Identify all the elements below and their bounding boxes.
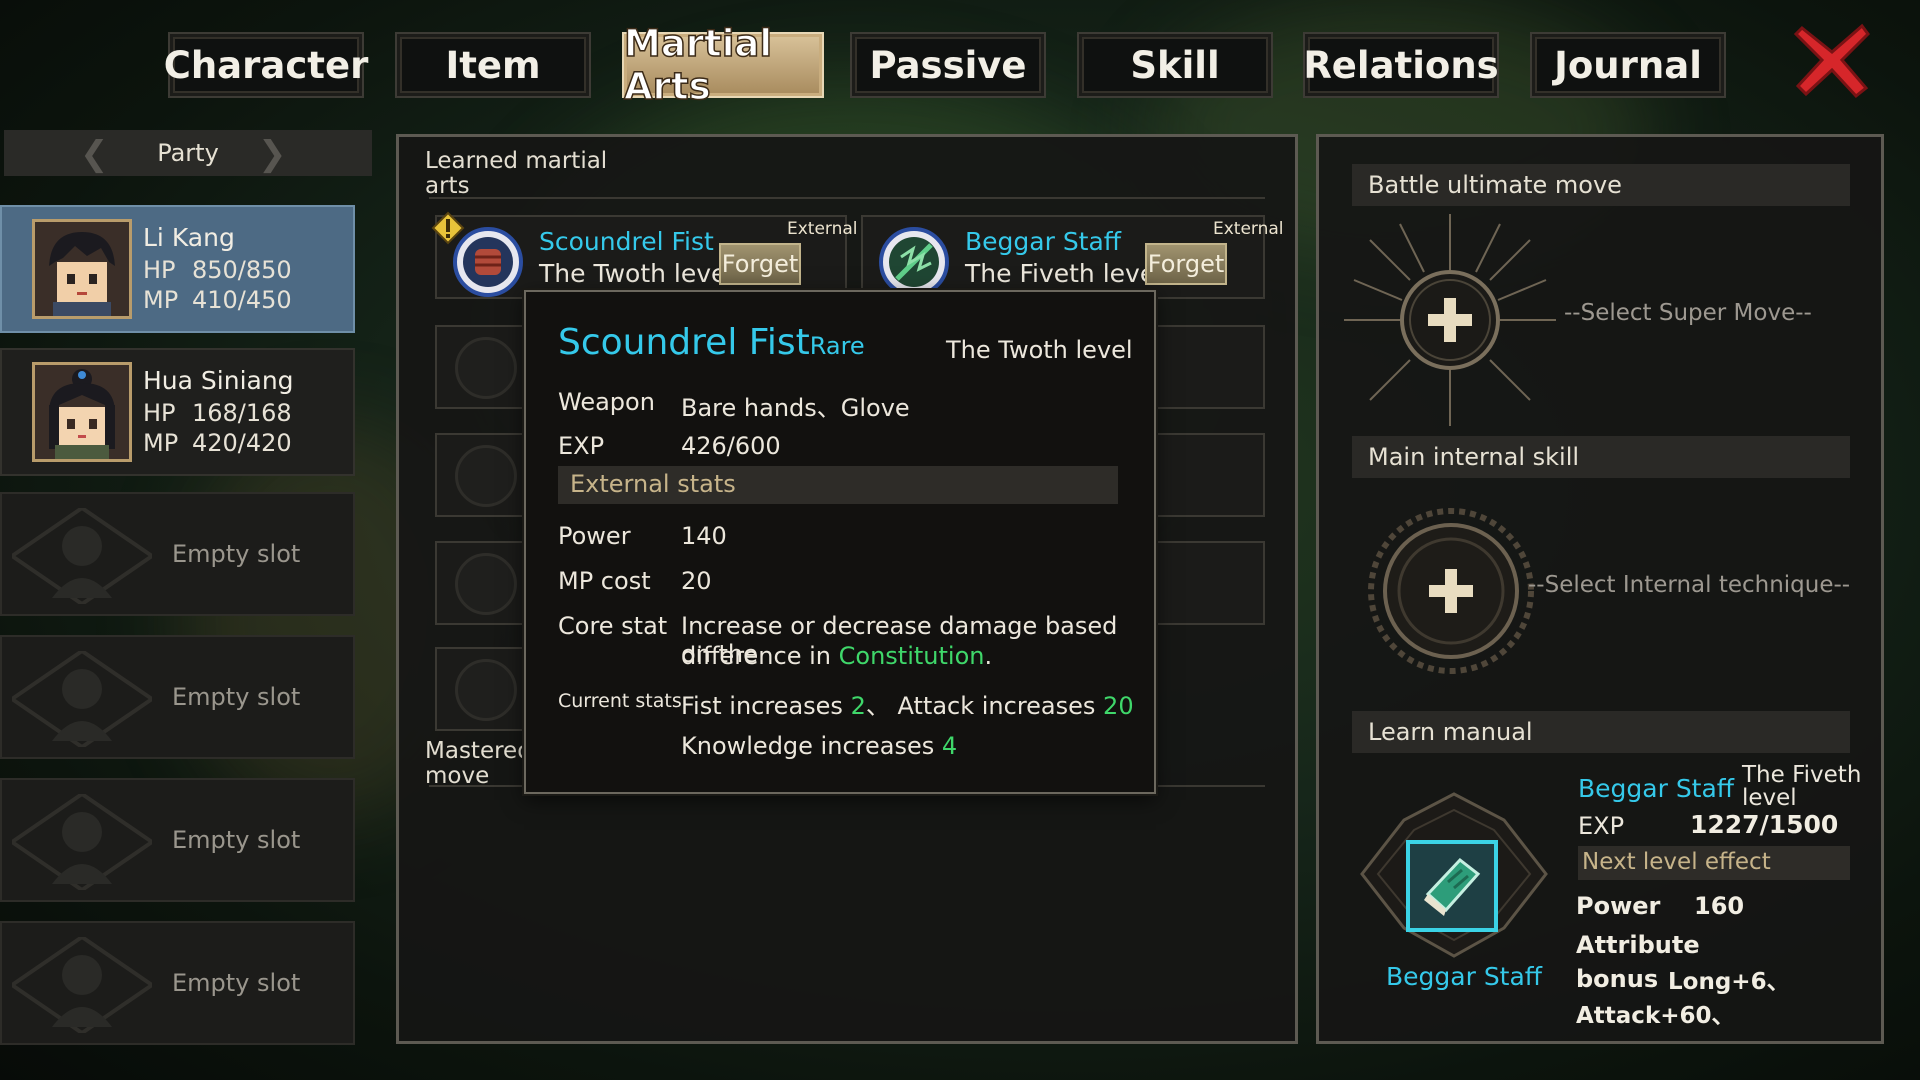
member-hp: HP 850/850 <box>143 256 292 284</box>
art-type: External <box>1213 219 1284 239</box>
member-mp: MP 410/450 <box>143 286 292 314</box>
member-mp: MP 420/420 <box>143 429 292 457</box>
art-level: The Twoth level <box>539 259 734 288</box>
martial-art-tooltip: Scoundrel FistRare The Twoth level Weapo… <box>524 290 1156 794</box>
current-stats-label: Current stats <box>558 690 682 712</box>
martial-art-slot-beggar-staff[interactable]: Beggar Staff The Fiveth level External F… <box>861 215 1284 299</box>
current-stats-line-1: Fist increases 2、 Attack increases 20 <box>681 692 1134 720</box>
forget-button[interactable]: Forget <box>1145 243 1227 285</box>
avatar <box>32 362 132 462</box>
manual-exp-label: EXP <box>1578 812 1625 840</box>
power-value: 140 <box>681 522 727 550</box>
learn-manual-header: Learn manual <box>1352 711 1850 753</box>
power-label: Power <box>558 522 631 550</box>
chevron-left-icon[interactable]: ❮ <box>80 134 109 174</box>
tab-skill[interactable]: Skill <box>1077 32 1273 98</box>
manual-name: Beggar Staff <box>1578 774 1735 803</box>
forget-button[interactable]: Forget <box>719 243 801 285</box>
book-icon <box>1424 857 1481 916</box>
staff-icon <box>879 227 949 297</box>
manual-power-label: Power <box>1576 892 1661 920</box>
manual-bonus-1: Long+6、 <box>1668 969 1790 995</box>
tab-character[interactable]: Character <box>164 32 368 98</box>
core-stat-label: Core stat <box>558 612 668 640</box>
current-stats-line-2: Knowledge increases 4 <box>681 732 958 760</box>
member-name: Hua Siniang <box>143 366 294 395</box>
mpcost-value: 20 <box>681 567 712 595</box>
party-header: Party <box>4 130 372 176</box>
party-member-li-kang[interactable]: Li Kang HP 850/850 MP 410/450 <box>0 205 355 333</box>
plus-icon <box>1429 569 1473 613</box>
close-x-icon[interactable] <box>1792 20 1872 100</box>
empty-party-slot[interactable]: Empty slot <box>0 921 355 1045</box>
art-name: Scoundrel Fist <box>539 227 714 256</box>
battle-ultimate-header: Battle ultimate move <box>1352 164 1850 206</box>
manual-book-slot[interactable] <box>1406 840 1498 932</box>
weapon-label: Weapon <box>558 388 655 416</box>
martial-art-slot-scoundrel-fist[interactable]: Scoundrel Fist The Twoth level External … <box>435 215 858 299</box>
add-ultimate-button[interactable] <box>1400 270 1500 370</box>
exp-value: 426/600 <box>681 432 781 460</box>
external-stats-header: External stats <box>558 466 1118 504</box>
tooltip-title: Scoundrel FistRare <box>558 322 865 363</box>
empty-party-slot[interactable]: Empty slot <box>0 635 355 759</box>
select-internal-hint[interactable]: --Select Internal technique-- <box>1528 572 1850 598</box>
tab-journal[interactable]: Journal <box>1530 32 1726 98</box>
art-level: The Fiveth level <box>965 259 1163 288</box>
manual-bonus-2: Attack+60、 <box>1576 1003 1735 1029</box>
panel-title: Learned martial arts <box>425 148 608 199</box>
weapon-value: Bare hands、Glove <box>681 394 910 422</box>
mpcost-label: MP cost <box>558 567 651 595</box>
art-name: Beggar Staff <box>965 227 1122 256</box>
chevron-right-icon[interactable]: ❯ <box>258 134 287 174</box>
art-type: External <box>787 219 858 239</box>
manual-power-value: 160 <box>1694 892 1745 920</box>
tooltip-level: The Twoth level <box>946 336 1133 364</box>
tab-passive[interactable]: Passive <box>850 32 1046 98</box>
exp-label: EXP <box>558 432 605 460</box>
core-stat-text-2: difference in Constitution. <box>681 642 993 670</box>
manual-book-name: Beggar Staff <box>1386 962 1543 991</box>
member-hp: HP 168/168 <box>143 399 292 427</box>
manual-level: The Fiveth level <box>1742 762 1862 811</box>
add-internal-button[interactable] <box>1401 541 1501 641</box>
silhouette-icon <box>12 794 152 890</box>
plus-icon <box>1428 298 1472 342</box>
next-level-effect-header: Next level effect <box>1578 846 1850 880</box>
main-internal-header: Main internal skill <box>1352 436 1850 478</box>
silhouette-icon <box>12 508 152 604</box>
member-name: Li Kang <box>143 223 235 252</box>
silhouette-icon <box>12 651 152 747</box>
alert-icon <box>431 211 465 245</box>
tab-relations[interactable]: Relations <box>1303 32 1499 98</box>
avatar <box>32 219 132 319</box>
empty-party-slot[interactable]: Empty slot <box>0 778 355 902</box>
party-member-hua-siniang[interactable]: Hua Siniang HP 168/168 MP 420/420 <box>0 348 355 476</box>
silhouette-icon <box>12 937 152 1033</box>
select-super-move-hint[interactable]: --Select Super Move-- <box>1564 300 1812 326</box>
manual-exp-value: 1227/1500 <box>1690 810 1839 839</box>
empty-party-slot[interactable]: Empty slot <box>0 492 355 616</box>
tab-item[interactable]: Item <box>395 32 591 98</box>
tab-martial-arts[interactable]: Martial Arts <box>622 21 824 109</box>
